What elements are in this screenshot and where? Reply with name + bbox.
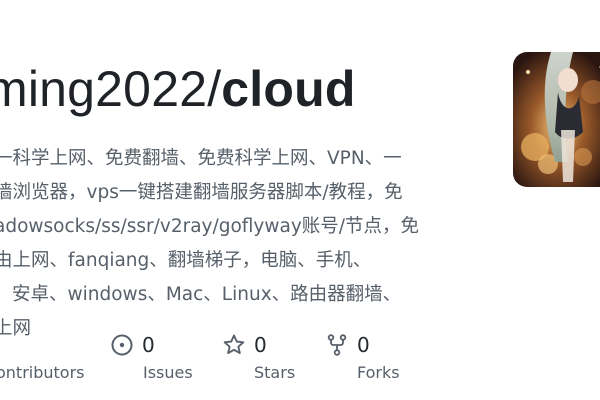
avatar-illustration [513,52,600,187]
repo-description: 一科学上网、免费翻墙、免费科学上网、VPN、一 墙浏览器，vps一键搭建翻墙服务… [0,142,474,346]
contributors-label: ontributors [0,363,85,382]
repo-title[interactable]: ming2022/cloud [0,56,356,122]
forks-count: 0 [357,333,370,357]
star-icon [222,333,246,357]
repo-owner[interactable]: ming2022/ [0,61,221,117]
description-line: 安卓、windows、Mac、Linux、路由器翻墙、 [12,284,402,305]
description-line: 墙浏览器，vps一键搭建翻墙服务器脚本/教程，免 [0,182,403,203]
stars-label: Stars [254,363,296,382]
issue-opened-icon [110,333,134,357]
description-line: 由上网、fanqiang、翻墙梯子，电脑、手机、 [0,250,372,271]
description-line: adowsocks/ss/ssr/v2ray/goflyway账号/节点，免 [0,216,420,237]
owner-avatar[interactable] [513,52,600,187]
forks-label: Forks [357,363,400,382]
stars-count: 0 [254,333,267,357]
description-line: 一科学上网、免费翻墙、免费科学上网、VPN、一 [0,148,402,169]
repo-name[interactable]: cloud [221,61,355,117]
issues-count: 0 [142,333,155,357]
repo-stats: ontributors 0 Issues 0 Stars 0 Forks [0,330,600,400]
issues-label: Issues [143,363,193,382]
repo-forked-icon [325,333,349,357]
